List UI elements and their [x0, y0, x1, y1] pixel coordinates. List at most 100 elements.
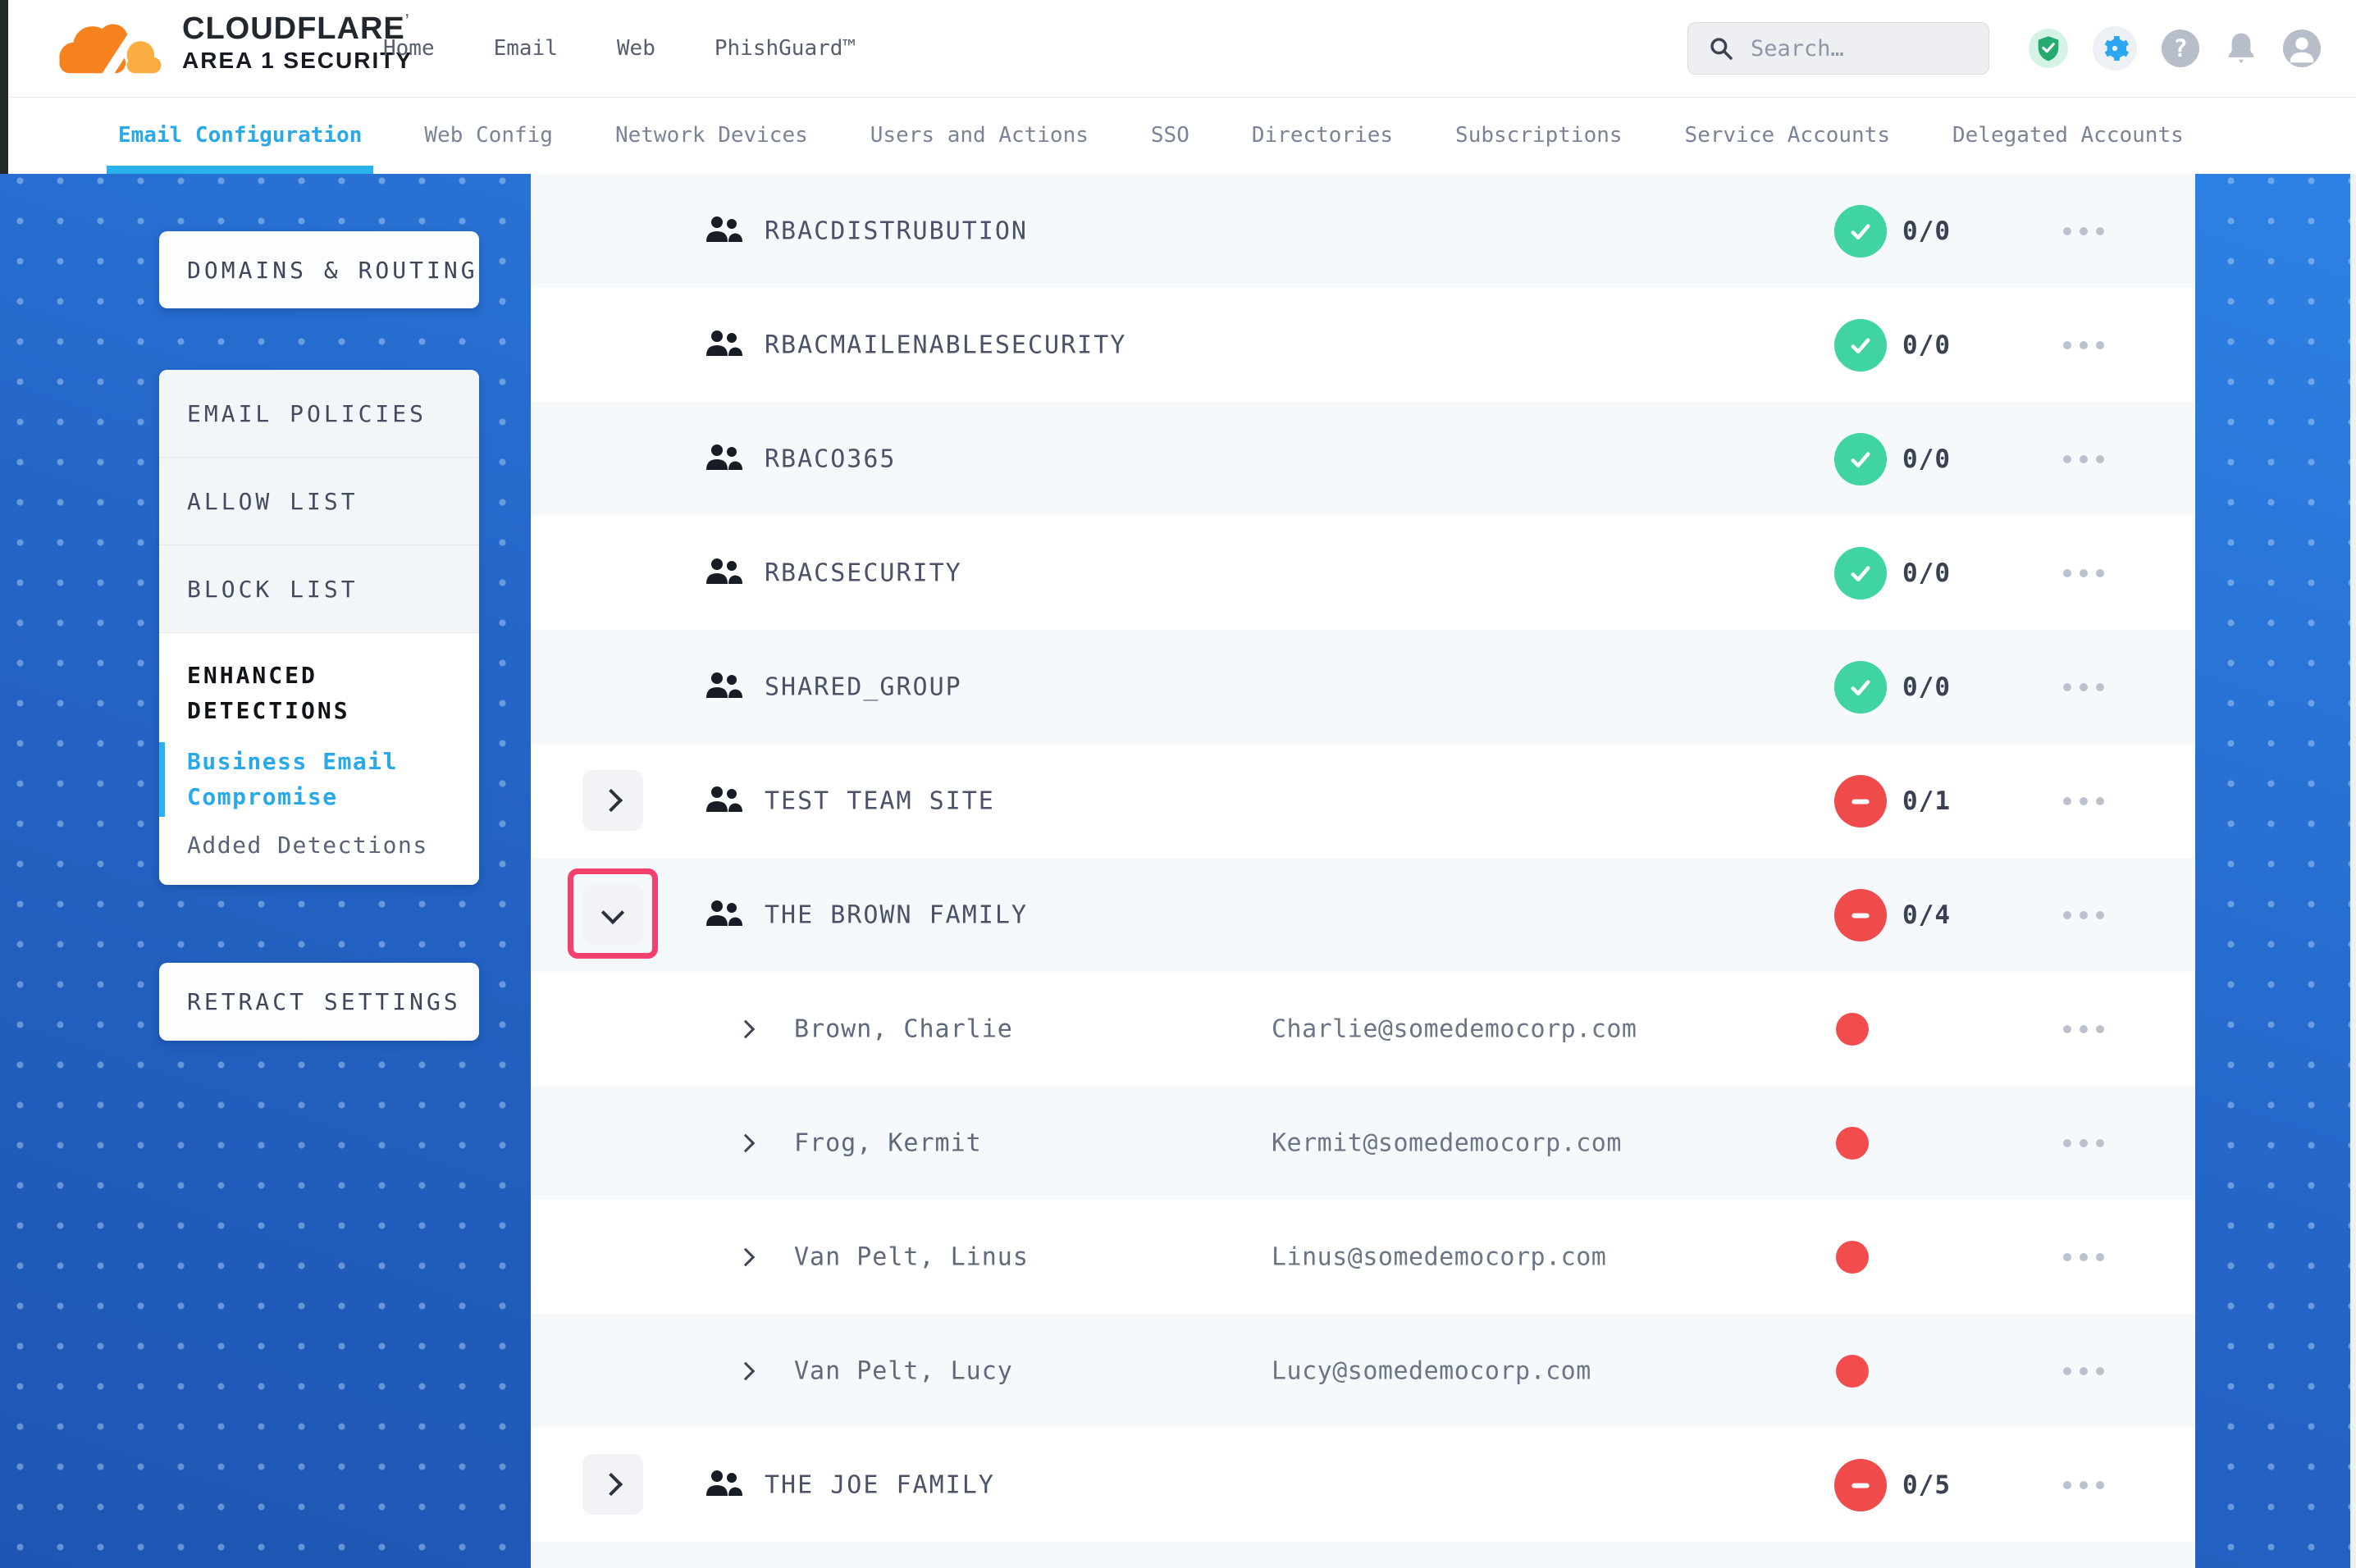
group-row: THE BROWN FAMILY 0/4 — [531, 858, 2195, 972]
member-email: Charlie@somedemocorp.com — [1272, 1014, 1637, 1043]
member-name: Van Pelt, Lucy — [794, 1356, 1013, 1385]
group-people-icon — [705, 330, 742, 361]
tab-network-devices[interactable]: Network Devices — [604, 97, 820, 174]
row-menu-ellipsis[interactable] — [2063, 341, 2104, 349]
collapse-group-button[interactable] — [582, 884, 643, 945]
status-blocked-badge — [1834, 889, 1887, 941]
tab-sso[interactable]: SSO — [1139, 97, 1201, 174]
group-people-icon — [705, 900, 742, 931]
status-blocked-badge — [1834, 1459, 1887, 1511]
settings-gear-icon[interactable] — [2093, 26, 2137, 71]
group-name: THE JOE FAMILY — [765, 1470, 995, 1499]
group-name: RBACO365 — [765, 444, 897, 473]
status-ok-badge — [1834, 319, 1887, 371]
user-avatar-icon[interactable] — [2283, 30, 2321, 67]
cloudflare-cloud-icon — [48, 11, 171, 90]
member-count: 0/4 — [1902, 900, 1951, 930]
group-row: RBACO365 0/0 — [531, 402, 2195, 516]
group-row: RBACSECURITY 0/0 — [531, 516, 2195, 630]
row-menu-ellipsis[interactable] — [2063, 1025, 2104, 1033]
tab-directories[interactable]: Directories — [1240, 97, 1404, 174]
member-count: 0/0 — [1902, 558, 1951, 588]
status-blocked-badge — [1834, 775, 1887, 827]
sidebar-item-label: DOMAINS & ROUTING — [187, 257, 478, 284]
status-red-dot — [1836, 1013, 1869, 1046]
row-menu-ellipsis[interactable] — [2063, 911, 2104, 919]
member-row: Brown, Charlie Charlie@somedemocorp.com — [531, 972, 2195, 1086]
sidebar-card-domains-routing[interactable]: DOMAINS & ROUTING — [159, 231, 479, 308]
sidebar-item-label: BLOCK LIST — [187, 576, 358, 603]
window-edge-artifact — [0, 0, 8, 174]
tab-users-and-actions[interactable]: Users and Actions — [859, 97, 1100, 174]
search-icon — [1708, 35, 1734, 62]
expand-group-button[interactable] — [582, 770, 643, 831]
row-menu-ellipsis[interactable] — [2063, 1139, 2104, 1147]
sidebar-item-business-email-compromise[interactable]: Business Email Compromise — [187, 744, 456, 815]
group-row: THE JOE FAMILY 0/5 — [531, 1428, 2195, 1542]
member-email: Kermit@somedemocorp.com — [1272, 1128, 1622, 1157]
primary-nav: Home Email Web PhishGuard™ — [383, 0, 856, 97]
row-menu-ellipsis[interactable] — [2063, 1481, 2104, 1489]
brand-subtitle: AREA 1 SECURITY — [182, 48, 413, 73]
member-name: Van Pelt, Linus — [794, 1242, 1029, 1271]
row-menu-ellipsis[interactable] — [2063, 569, 2104, 577]
scrollbar-track[interactable] — [2350, 174, 2356, 1568]
member-count: 0/0 — [1902, 444, 1951, 474]
status-ok-badge — [1834, 661, 1887, 713]
sidebar-item-added-detections[interactable]: Added Detections — [187, 832, 456, 859]
sidebar-item-label: EMAIL POLICIES — [187, 400, 427, 427]
tab-web-config[interactable]: Web Config — [413, 97, 564, 174]
expand-group-button[interactable] — [582, 1454, 643, 1515]
row-menu-ellipsis[interactable] — [2063, 455, 2104, 463]
notifications-bell-icon[interactable] — [2224, 30, 2258, 67]
group-people-icon — [705, 672, 742, 703]
group-people-icon — [705, 786, 742, 817]
sidebar-item-label: ALLOW LIST — [187, 488, 358, 515]
search-input[interactable]: Search… — [1687, 22, 1989, 75]
chevron-right-icon[interactable] — [737, 1019, 756, 1038]
group-name: RBACMAILENABLESECURITY — [765, 330, 1126, 359]
chevron-right-icon[interactable] — [737, 1361, 756, 1380]
sidebar-item-email-policies[interactable]: EMAIL POLICIES — [159, 370, 479, 458]
brand-name: CLOUDFLARE — [182, 11, 405, 46]
tab-subscriptions[interactable]: Subscriptions — [1444, 97, 1634, 174]
member-row: Frog, Kermit Kermit@somedemocorp.com — [531, 1086, 2195, 1200]
nav-item-web[interactable]: Web — [617, 36, 655, 61]
tab-delegated-accounts[interactable]: Delegated Accounts — [1941, 97, 2195, 174]
help-icon[interactable]: ? — [2162, 30, 2199, 67]
cloudflare-logo[interactable]: CLOUDFLARE’ AREA 1 SECURITY — [48, 11, 413, 90]
sidebar-item-block-list[interactable]: BLOCK LIST — [159, 545, 479, 633]
chevron-right-icon[interactable] — [737, 1247, 756, 1266]
nav-item-home[interactable]: Home — [383, 36, 435, 61]
tab-service-accounts[interactable]: Service Accounts — [1673, 97, 1902, 174]
row-menu-ellipsis[interactable] — [2063, 227, 2104, 235]
group-name: RBACDISTRUBUTION — [765, 217, 1028, 245]
member-name: Frog, Kermit — [794, 1128, 982, 1157]
chevron-right-icon[interactable] — [737, 1133, 756, 1152]
group-row: SHARED_GROUP 0/0 — [531, 630, 2195, 744]
group-name: TEST TEAM SITE — [765, 786, 995, 815]
status-ok-badge — [1834, 547, 1887, 599]
group-row: RBACMAILENABLESECURITY 0/0 — [531, 288, 2195, 402]
sidebar-card-retract-settings[interactable]: RETRACT SETTINGS — [159, 963, 479, 1041]
security-shield-icon[interactable] — [2029, 29, 2068, 68]
member-name: Brown, Charlie — [794, 1014, 1013, 1043]
status-red-dot — [1836, 1127, 1869, 1160]
status-red-dot — [1836, 1241, 1869, 1274]
groups-list-panel: RBACDISTRUBUTION 0/0 RBACMAILENABLESECUR… — [531, 174, 2195, 1568]
group-row: RBACDISTRUBUTION 0/0 — [531, 174, 2195, 288]
row-menu-ellipsis[interactable] — [2063, 1367, 2104, 1375]
nav-item-email[interactable]: Email — [494, 36, 558, 61]
sidebar-item-enhanced-detections[interactable]: ENHANCED DETECTIONS — [187, 658, 456, 729]
nav-item-phishguard[interactable]: PhishGuard™ — [715, 36, 856, 61]
member-email: Linus@somedemocorp.com — [1272, 1242, 1606, 1271]
row-menu-ellipsis[interactable] — [2063, 797, 2104, 805]
group-name: RBACSECURITY — [765, 558, 962, 587]
sidebar-item-allow-list[interactable]: ALLOW LIST — [159, 458, 479, 545]
status-red-dot — [1836, 1355, 1869, 1388]
row-menu-ellipsis[interactable] — [2063, 683, 2104, 691]
member-count: 0/5 — [1902, 1470, 1951, 1500]
tab-email-configuration[interactable]: Email Configuration — [107, 97, 373, 174]
row-menu-ellipsis[interactable] — [2063, 1253, 2104, 1261]
app-window: CLOUDFLARE’ AREA 1 SECURITY Home Email W… — [0, 0, 2356, 1568]
